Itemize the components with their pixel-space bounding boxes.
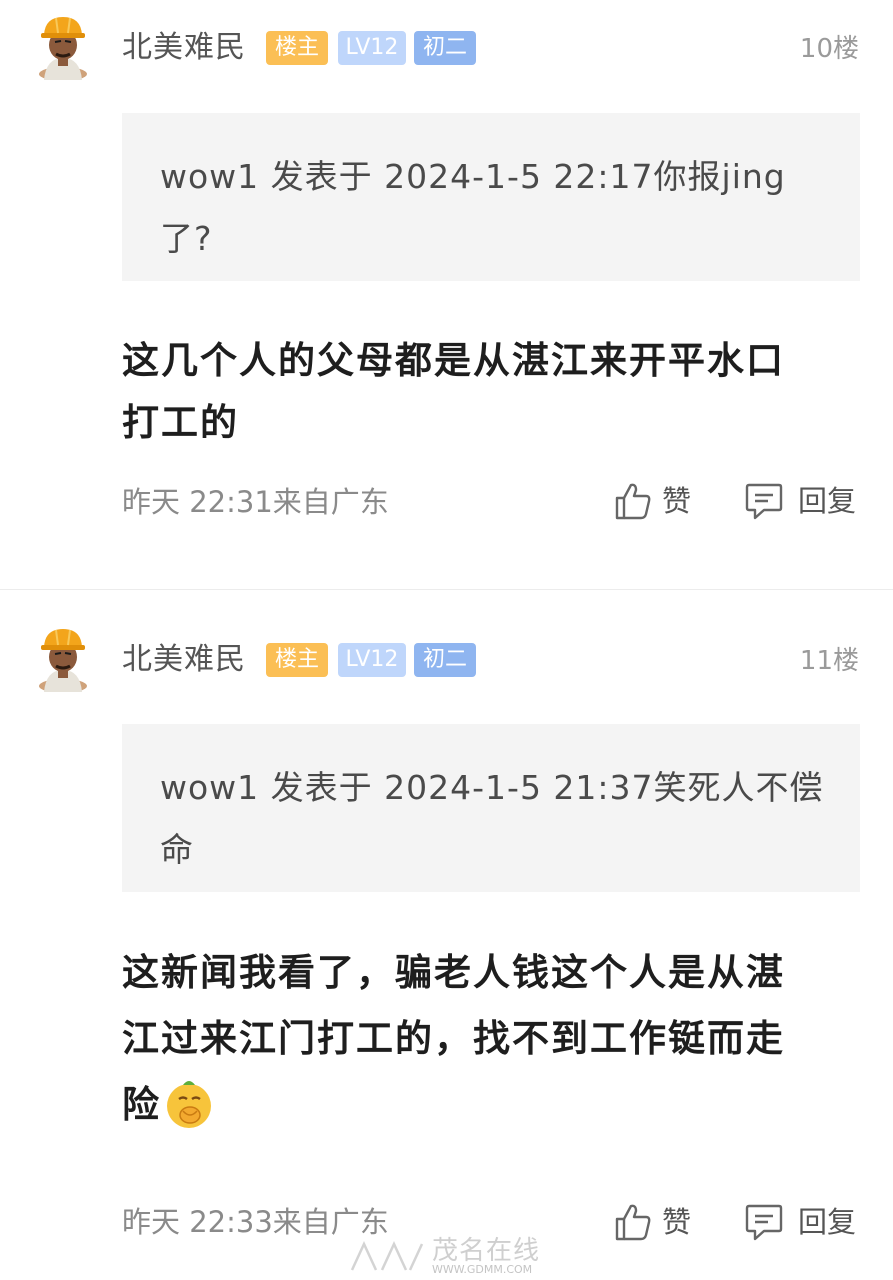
comment-icon (745, 1204, 783, 1241)
reply-post: 北美难民 楼主 LV12 初二 10楼 wow1 发表于 2024-1-5 22… (0, 0, 893, 589)
watermark-logo-icon (350, 1241, 424, 1271)
quoted-reply[interactable]: wow1 发表于 2024-1-5 22:17你报jing了? (122, 113, 860, 281)
floor-number: 11楼 (799, 646, 859, 676)
floor-number: 10楼 (799, 34, 859, 64)
reply-button[interactable]: 回复 (744, 1202, 862, 1242)
thumbs-up-icon (615, 483, 651, 520)
post-time-location: 昨天 22:33来自广东 (122, 1205, 389, 1239)
reply-post: 北美难民 楼主 LV12 初二 11楼 wow1 发表于 2024-1-5 21… (0, 590, 893, 1280)
owner-badge: 楼主 (266, 643, 328, 677)
owner-badge: 楼主 (266, 31, 328, 65)
thumbs-up-icon (615, 1204, 651, 1241)
comment-icon (745, 483, 783, 520)
username[interactable]: 北美难民 (122, 30, 246, 66)
reply-label: 回复 (798, 1205, 857, 1239)
reply-button[interactable]: 回复 (744, 481, 862, 521)
reply-label: 回复 (798, 484, 857, 518)
site-watermark: 茂名在线 WWW.GDMM.COM (348, 1236, 548, 1276)
rank-badge: 初二 (414, 31, 476, 65)
post-content: 这几个人的父母都是从湛江来开平水口打工的 (122, 339, 785, 444)
like-button[interactable]: 赞 (614, 481, 704, 521)
like-label: 赞 (662, 1205, 692, 1239)
post-time-location: 昨天 22:31来自广东 (122, 485, 389, 519)
rank-badge: 初二 (414, 643, 476, 677)
quoted-reply[interactable]: wow1 发表于 2024-1-5 21:37笑死人不偿命 (122, 724, 860, 892)
like-button[interactable]: 赞 (614, 1202, 704, 1242)
post-content-text: 这新闻我看了，骗老人钱这个人是从湛江过来江门打工的，找不到工作铤而走险 (122, 951, 785, 1126)
username[interactable]: 北美难民 (122, 642, 246, 678)
face-emoji-icon (167, 1081, 211, 1128)
watermark-url: WWW.GDMM.COM (432, 1263, 533, 1276)
avatar[interactable] (36, 626, 90, 693)
level-badge: LV12 (338, 643, 406, 677)
post-content: 这新闻我看了，骗老人钱这个人是从湛江过来江门打工的，找不到工作铤而走险 (122, 940, 822, 1138)
watermark-text: 茂名在线 (432, 1236, 541, 1266)
level-badge: LV12 (338, 31, 406, 65)
like-label: 赞 (662, 484, 692, 518)
avatar[interactable] (36, 14, 90, 81)
